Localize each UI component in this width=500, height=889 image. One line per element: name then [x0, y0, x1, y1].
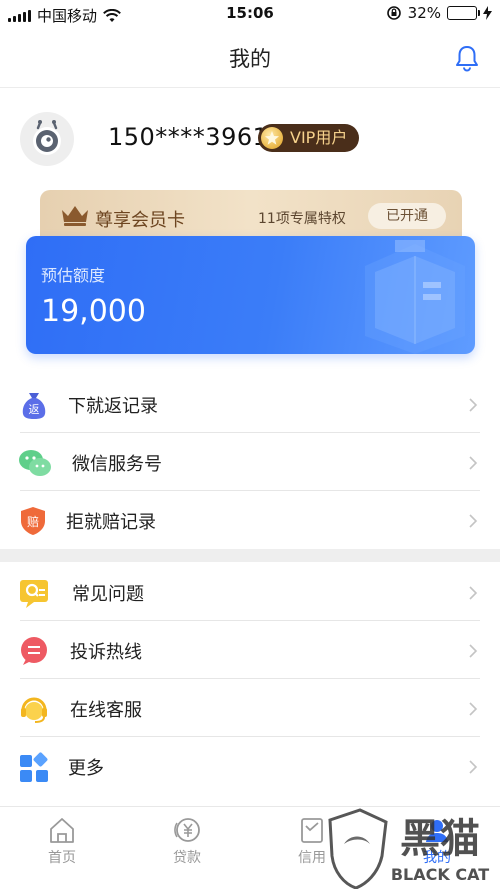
- menu-item-compensation-record[interactable]: 赔 拒就赔记录: [0, 491, 500, 549]
- avatar[interactable]: [20, 112, 74, 166]
- orientation-lock-icon: [386, 6, 401, 20]
- watermark-text-en: BLACK CAT: [391, 865, 489, 884]
- cashback-bag-icon: 返: [18, 389, 50, 421]
- menu-item-label: 更多: [68, 758, 104, 779]
- customer-service-icon: [18, 693, 50, 725]
- tab-loan[interactable]: 贷款: [147, 815, 227, 867]
- menu-item-label: 常见问题: [72, 584, 144, 605]
- more-grid-icon: [18, 751, 50, 783]
- user-phone: 150****3961: [108, 123, 269, 151]
- tab-home[interactable]: 首页: [22, 815, 102, 867]
- menu-item-cashback-record[interactable]: 返 下就返记录: [0, 375, 500, 433]
- home-icon: [50, 818, 74, 843]
- menu-item-label: 投诉热线: [70, 642, 142, 663]
- credit-limit-value: 19,000: [41, 294, 146, 329]
- credit-limit-label: 预估额度: [41, 266, 106, 285]
- black-cat-logo-icon: 黑猫 BLACK CAT: [328, 808, 489, 889]
- menu-item-label: 下就返记录: [68, 396, 158, 417]
- tab-label: 首页: [48, 850, 76, 866]
- chevron-right-icon: [469, 586, 478, 600]
- menu-item-label: 拒就赔记录: [66, 512, 156, 533]
- chevron-right-icon: [469, 456, 478, 470]
- menu-item-complaint-hotline[interactable]: 投诉热线: [0, 621, 500, 679]
- chevron-right-icon: [469, 398, 478, 412]
- chevron-right-icon: [469, 760, 478, 774]
- compensation-icon-text: 赔: [27, 514, 39, 529]
- complaint-chat-icon: [18, 635, 50, 667]
- menu-item-label: 在线客服: [70, 700, 142, 721]
- watermark-text-cn: 黑猫: [400, 816, 480, 862]
- page-title: 我的: [229, 47, 271, 71]
- compensation-shield-icon: 赔: [18, 505, 50, 537]
- menu-item-wechat-service[interactable]: 微信服务号: [0, 433, 500, 491]
- vip-badge[interactable]: VIP用户: [258, 124, 360, 152]
- black-cat-watermark: 黑猫 BLACK CAT: [320, 808, 500, 889]
- faq-icon: [18, 577, 50, 609]
- menu-item-label: 微信服务号: [72, 454, 162, 475]
- notification-bell-icon[interactable]: [454, 44, 480, 72]
- credit-limit-card[interactable]: 预估额度 19,000: [26, 236, 475, 354]
- member-card-title: 尊享会员卡: [95, 210, 185, 231]
- battery-icon: [447, 6, 480, 20]
- crown-icon: [62, 206, 88, 226]
- chevron-right-icon: [469, 514, 478, 528]
- avatar-mascot-icon: [33, 120, 61, 155]
- cashback-icon-text: 返: [29, 403, 40, 416]
- menu-item-faq[interactable]: 常见问题: [0, 563, 500, 621]
- section-divider: [0, 549, 500, 562]
- status-right: 32%: [386, 4, 492, 22]
- nav-bar: 我的: [0, 28, 500, 88]
- member-card-perks: 11项专属特权: [258, 211, 346, 227]
- chevron-right-icon: [469, 702, 478, 716]
- vip-star-icon: [261, 127, 283, 149]
- status-bar: 中国移动 15:06 32%: [0, 0, 500, 28]
- member-card-status[interactable]: 已开通: [368, 203, 446, 229]
- tab-label: 贷款: [173, 850, 201, 866]
- loan-yen-icon: [174, 818, 200, 842]
- vip-label: VIP用户: [290, 128, 348, 147]
- menu-item-online-service[interactable]: 在线客服: [0, 679, 500, 737]
- building-illustration-icon: [365, 240, 465, 354]
- chevron-right-icon: [469, 644, 478, 658]
- menu-item-more[interactable]: 更多: [0, 737, 500, 795]
- charging-icon: [483, 6, 492, 20]
- wechat-icon: [18, 447, 51, 479]
- battery-percent: 32%: [407, 4, 441, 22]
